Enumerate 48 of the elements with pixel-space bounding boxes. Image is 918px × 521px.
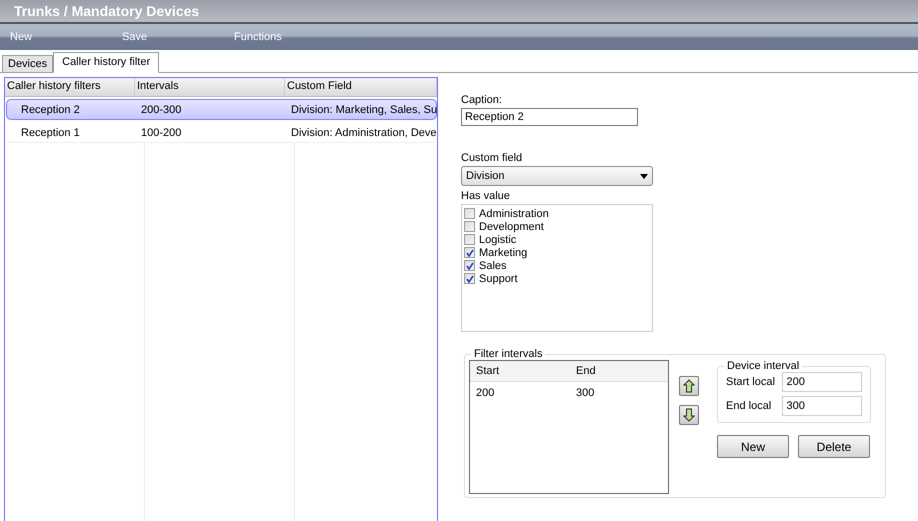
checkbox-label: Administration (479, 208, 549, 220)
checkbox-label: Development (479, 220, 544, 232)
grid-row[interactable]: Reception 1 100-200 Division: Administration, Deve (6, 122, 437, 143)
grid-row[interactable]: Reception 2 200-300 Division: Marketing, Sales, Su (6, 99, 437, 120)
has-value-label: Has value (461, 190, 511, 202)
column-header[interactable]: Start (470, 361, 570, 381)
checkbox-label: Marketing (479, 246, 528, 258)
end-local-label: End local (726, 400, 772, 412)
checkbox-label: Sales (479, 260, 507, 272)
start-local-field[interactable]: 200 (782, 372, 862, 392)
table-cell-text: 200 (475, 387, 496, 399)
new-button[interactable]: New (717, 435, 789, 458)
start-local-label: Start local (726, 376, 776, 388)
window-title: Trunks / Mandatory Devices (14, 3, 200, 19)
table-cell-text: Reception 1 (20, 126, 81, 138)
table-cell-text: Reception 2 (20, 104, 81, 116)
column-header[interactable]: Caller history filters (5, 78, 135, 96)
custom-field-dropdown[interactable]: Division (461, 166, 653, 186)
column-header[interactable]: Custom Field (285, 78, 437, 96)
checkbox[interactable] (464, 273, 475, 284)
tab[interactable]: Caller history filter (53, 52, 160, 73)
caption-field[interactable]: Reception 2 (461, 108, 638, 126)
checkbox[interactable] (464, 221, 475, 232)
custom-field-label: Custom field (461, 152, 524, 164)
table-cell-text: 100-200 (140, 126, 182, 138)
caption-label: Caption: (461, 94, 503, 106)
group-title: Device interval (726, 360, 800, 372)
checkbox[interactable] (464, 247, 475, 258)
move-up-button[interactable] (679, 376, 699, 396)
checkbox[interactable] (464, 234, 475, 245)
checkbox[interactable] (464, 260, 475, 271)
group-title: Filter intervals (473, 348, 544, 360)
end-local-field[interactable]: 300 (782, 396, 862, 416)
checkbox[interactable] (464, 208, 475, 219)
move-down-button[interactable] (679, 405, 699, 425)
table-cell-text: 200-300 (140, 104, 182, 116)
column-header[interactable]: End (570, 361, 668, 381)
dropdown-caret-icon (640, 174, 648, 178)
table-cell-text: 300 (575, 387, 596, 399)
checkbox-label: Support (479, 272, 518, 284)
checkbox-label: Logistic (479, 234, 516, 246)
table-cell-text: Division: Marketing, Sales, Su (290, 104, 438, 116)
tab[interactable]: Devices (2, 55, 54, 73)
table-cell-text: Division: Administration, Deve (290, 126, 437, 138)
column-header[interactable]: Intervals (135, 78, 285, 96)
delete-button[interactable]: Delete (798, 435, 870, 458)
up-arrow-icon (683, 379, 695, 393)
down-arrow-icon (683, 408, 695, 422)
